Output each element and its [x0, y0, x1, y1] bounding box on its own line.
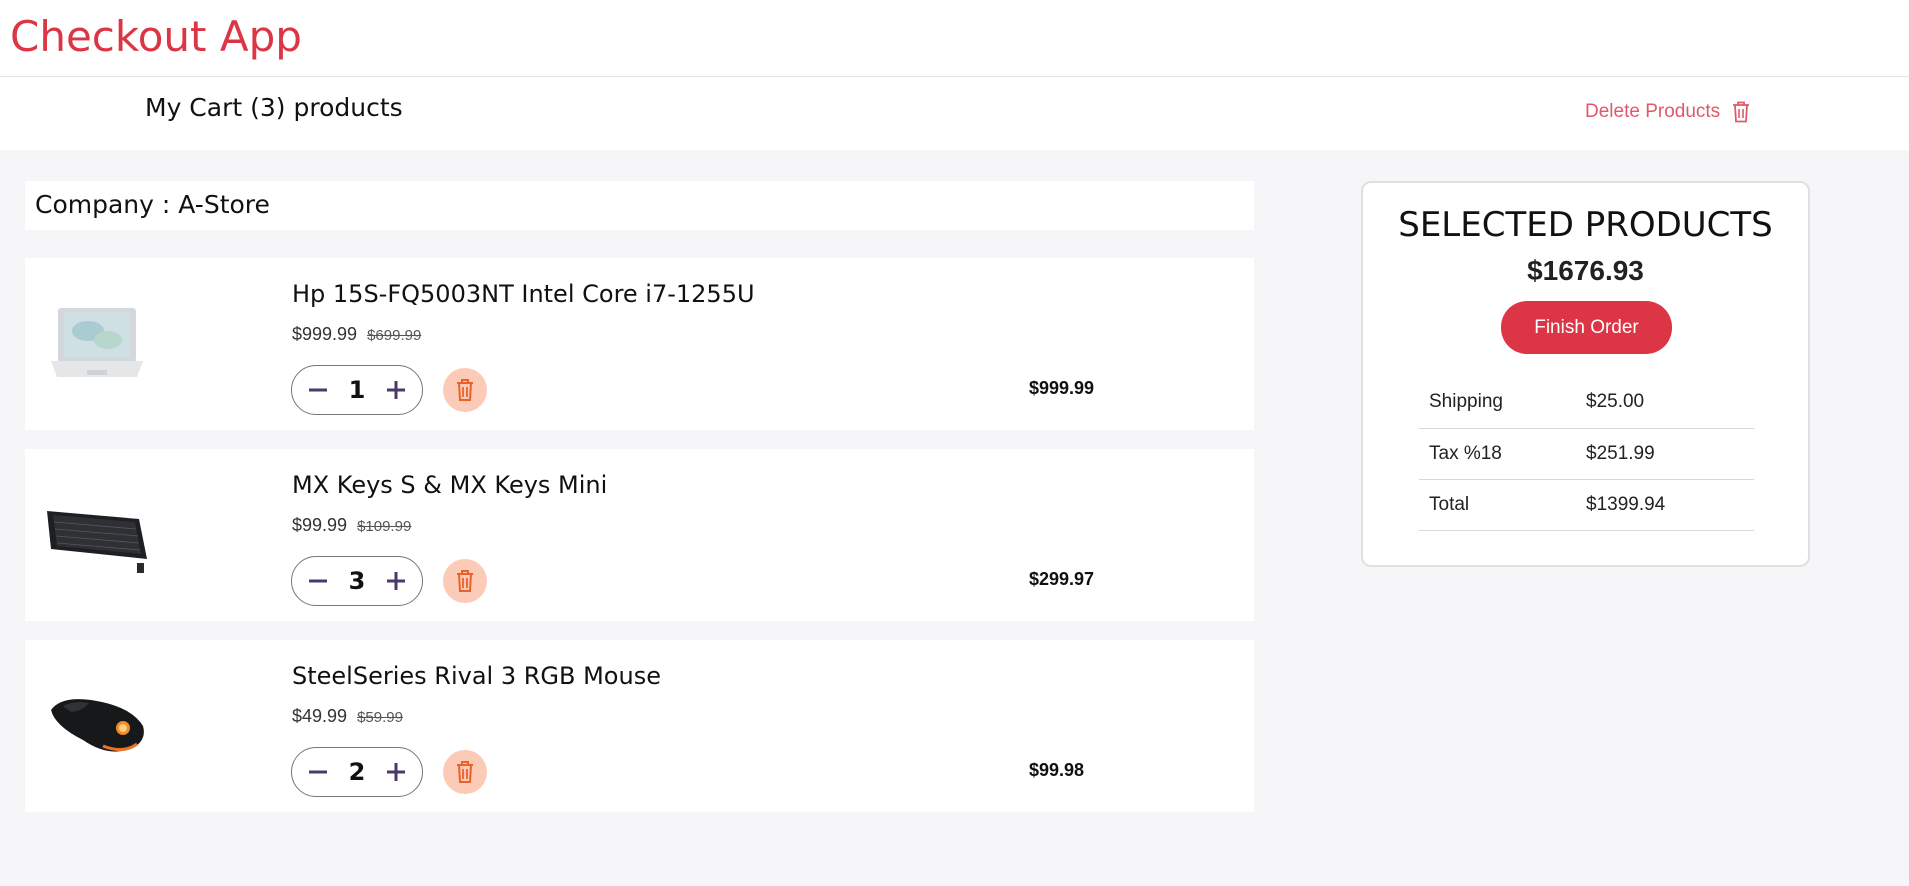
table-row: Tax %18 $251.99 [1419, 428, 1754, 480]
trash-icon [457, 761, 473, 783]
summary-amount: $1676.93 [1527, 255, 1644, 286]
row-value: $251.99 [1586, 428, 1754, 480]
old-price: $699.99 [367, 327, 422, 344]
summary-table: Shipping $25.00 Tax %18 $251.99 Total $1… [1419, 377, 1754, 531]
quantity-stepper: 3 [291, 556, 423, 606]
table-row: Shipping $25.00 [1419, 377, 1754, 429]
row-label: Tax %18 [1419, 428, 1586, 480]
plus-icon [386, 763, 405, 781]
product-name[interactable]: Hp 15S-FQ5003NT Intel Core i7-1255U [292, 280, 755, 308]
product-price: $99.99 [292, 515, 348, 535]
line-total: $999.99 [1029, 378, 1095, 398]
laptop-image [51, 308, 143, 377]
product-name[interactable]: SteelSeries Rival 3 RGB Mouse [292, 662, 661, 690]
quantity-value: 1 [348, 376, 366, 404]
decrement-button[interactable] [304, 376, 332, 404]
product-price: $999.99 [292, 324, 358, 344]
trash-icon [457, 379, 473, 401]
row-label: Total [1419, 479, 1586, 531]
product-price: $49.99 [292, 706, 348, 726]
row-value: $1399.94 [1586, 479, 1754, 531]
finish-order-button[interactable]: Finish Order [1501, 301, 1672, 354]
company-label: Company : A-Store [35, 190, 270, 219]
minus-icon [309, 388, 327, 392]
increment-button[interactable] [382, 376, 410, 404]
increment-button[interactable] [382, 758, 410, 786]
plus-icon [386, 381, 405, 399]
remove-item-button[interactable] [443, 368, 487, 412]
app-title[interactable]: Checkout App [10, 12, 302, 61]
row-value: $25.00 [1586, 377, 1754, 429]
plus-icon [386, 572, 405, 590]
cart-item: SteelSeries Rival 3 RGB Mouse $49.99 $59… [25, 640, 1254, 812]
increment-button[interactable] [382, 567, 410, 595]
cart-title: My Cart (3) products [145, 93, 403, 122]
old-price: $109.99 [357, 518, 412, 535]
keyboard-image [47, 511, 147, 573]
trash-icon [457, 570, 473, 592]
minus-icon [309, 770, 327, 774]
product-name[interactable]: MX Keys S & MX Keys Mini [292, 471, 607, 499]
decrement-button[interactable] [304, 758, 332, 786]
quantity-value: 3 [348, 567, 366, 595]
old-price: $59.99 [357, 709, 403, 726]
quantity-value: 2 [348, 758, 366, 786]
decrement-button[interactable] [304, 567, 332, 595]
line-total: $99.98 [1029, 760, 1085, 780]
delete-products-label: Delete Products [1585, 101, 1721, 122]
price-row: $49.99 $59.99 [292, 706, 403, 727]
remove-item-button[interactable] [443, 750, 487, 794]
price-row: $999.99 $699.99 [292, 324, 421, 345]
cart-item: MX Keys S & MX Keys Mini $99.99 $109.99 … [25, 449, 1254, 621]
remove-item-button[interactable] [443, 559, 487, 603]
mouse-image [51, 699, 144, 752]
price-row: $99.99 $109.99 [292, 515, 411, 536]
trash-icon [1733, 101, 1750, 123]
cart-header: My Cart (3) products Delete Products [0, 77, 1909, 150]
delete-products-button[interactable]: Delete Products [1585, 101, 1750, 123]
minus-icon [309, 579, 327, 583]
top-bar: Checkout App [0, 0, 1909, 77]
order-summary: SELECTED PRODUCTS $1676.93 Finish Order … [1361, 181, 1810, 567]
summary-title: SELECTED PRODUCTS [1398, 205, 1773, 245]
company-header: Company : A-Store [25, 181, 1254, 230]
quantity-stepper: 1 [291, 365, 423, 415]
cart-item: Hp 15S-FQ5003NT Intel Core i7-1255U $999… [25, 258, 1254, 430]
table-row: Total $1399.94 [1419, 479, 1754, 531]
line-total: $299.97 [1029, 569, 1095, 589]
quantity-stepper: 2 [291, 747, 423, 797]
row-label: Shipping [1419, 377, 1586, 429]
